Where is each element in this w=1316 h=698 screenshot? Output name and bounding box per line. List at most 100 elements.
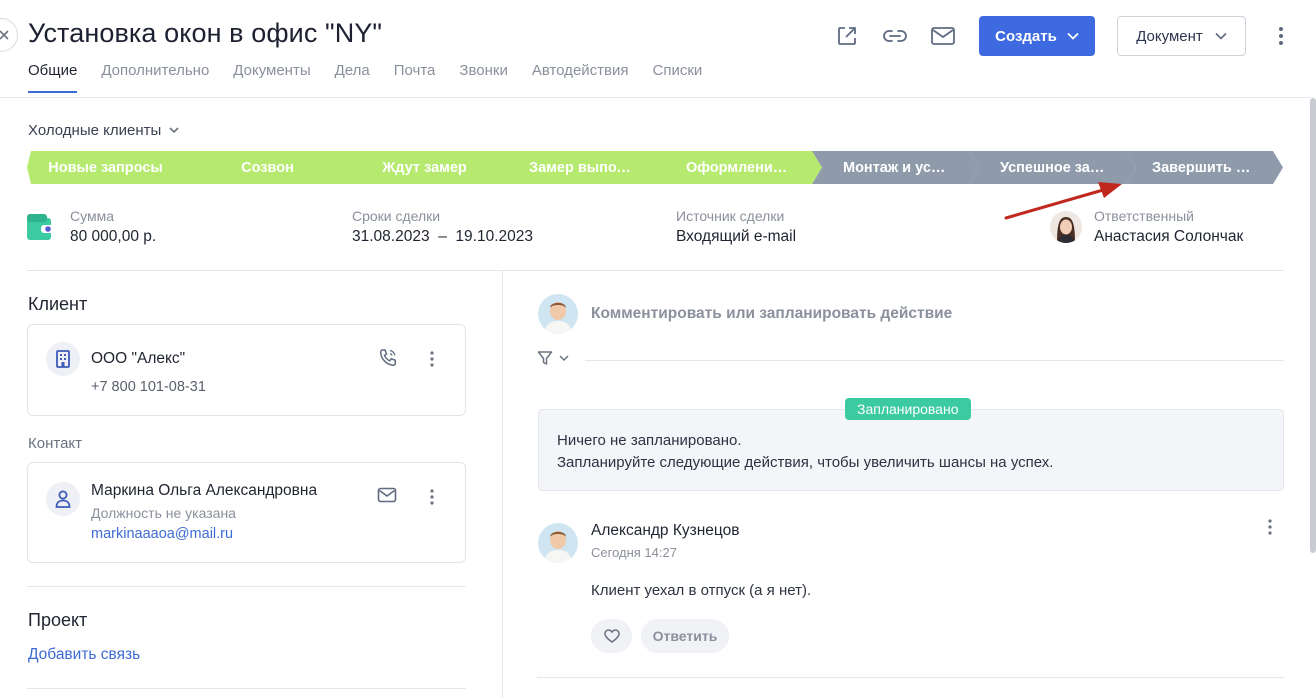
feed-filter-button[interactable] xyxy=(537,350,569,366)
deal-source: Источник сделки Входящий e-mail xyxy=(676,208,796,246)
tab-automations[interactable]: Автодействия xyxy=(532,62,629,93)
dates-label: Сроки сделки xyxy=(352,208,441,224)
more-vertical-icon xyxy=(430,489,434,505)
client-section-title: Клиент xyxy=(28,294,88,314)
post-author-avatar[interactable] xyxy=(538,523,578,563)
planned-badge: Запланировано xyxy=(845,398,971,420)
tab-tasks[interactable]: Дела xyxy=(335,62,370,93)
create-button[interactable]: Создать xyxy=(979,16,1095,56)
contact-position: Должность не указана xyxy=(91,505,236,521)
wallet-icon xyxy=(27,214,53,240)
planned-line-2: Запланируйте следующие действия, чтобы у… xyxy=(557,454,1054,471)
post-more-button[interactable] xyxy=(1262,517,1278,537)
stage-2[interactable]: Созвон xyxy=(184,151,351,184)
open-external-button[interactable] xyxy=(833,22,861,50)
stage-1[interactable]: Новые запросы xyxy=(27,151,194,184)
stage-4[interactable]: Замер выполнено xyxy=(498,151,665,184)
stage-6[interactable]: Монтаж и установка xyxy=(812,151,979,184)
copy-link-button[interactable] xyxy=(881,22,909,50)
project-section-title: Проект xyxy=(28,610,88,630)
contact-email-button[interactable] xyxy=(377,487,399,507)
stage-label: Созвон xyxy=(241,159,294,176)
stage-label: Завершить сделку xyxy=(1152,159,1267,176)
tab-lists[interactable]: Списки xyxy=(653,62,703,93)
stage-8[interactable]: Завершить сделку xyxy=(1126,151,1283,184)
client-card: ООО "Алекс" +7 800 101-08-31 xyxy=(27,324,466,416)
dates-value: 31.08.2023 – 19.10.2023 xyxy=(352,228,533,245)
tab-mail[interactable]: Почта xyxy=(394,62,436,93)
post-time: Сегодня 14:27 xyxy=(591,545,677,560)
column-divider xyxy=(502,271,503,698)
person-icon-wrap xyxy=(46,482,80,516)
contact-email-link[interactable]: markinaaaoa@mail.ru xyxy=(91,526,233,542)
stage-label: Новые запросы xyxy=(48,159,163,176)
call-button[interactable] xyxy=(377,347,399,369)
page-title: Установка окон в офис "NY" xyxy=(28,18,383,48)
stage-label: Оформление документов xyxy=(686,159,801,176)
link-icon xyxy=(883,30,907,42)
owner-value[interactable]: Анастасия Солончак xyxy=(1094,228,1243,246)
scrollbar[interactable] xyxy=(1310,98,1316,553)
person-icon xyxy=(55,490,71,508)
contact-divider xyxy=(27,586,466,587)
more-vertical-icon xyxy=(430,351,434,367)
stage-3[interactable]: Ждут замер xyxy=(341,151,508,184)
company-icon-wrap xyxy=(46,342,80,376)
client-company-name[interactable]: ООО "Алекс" xyxy=(91,350,185,368)
heart-icon xyxy=(603,629,620,643)
project-divider xyxy=(27,688,466,689)
planned-box: Ничего не запланировано. Запланируйте сл… xyxy=(538,409,1284,491)
deal-dates: Сроки сделки 31.08.2023 – 19.10.2023 xyxy=(352,208,533,246)
chevron-down-icon xyxy=(169,127,179,134)
tab-general[interactable]: Общие xyxy=(28,62,78,93)
tab-bar: Общие Дополнительно Документы Дела Почта… xyxy=(28,62,726,93)
document-button-label: Документ xyxy=(1136,27,1203,45)
stage-label: Успешное завершение xyxy=(1000,159,1115,176)
reply-button[interactable]: Ответить xyxy=(641,619,729,653)
phone-icon xyxy=(379,349,397,366)
source-label: Источник сделки xyxy=(676,208,785,224)
document-button[interactable]: Документ xyxy=(1117,16,1246,56)
open-external-icon xyxy=(838,27,856,45)
like-button[interactable] xyxy=(591,619,632,653)
avatar-image xyxy=(538,523,578,563)
contact-card: Маркина Ольга Александровна Должность не… xyxy=(27,462,466,563)
funnel-label: Холодные клиенты xyxy=(28,122,162,139)
tab-calls[interactable]: Звонки xyxy=(459,62,507,93)
post-author[interactable]: Александр Кузнецов xyxy=(591,522,739,540)
planned-line-1: Ничего не запланировано. xyxy=(557,432,742,449)
tabs-divider xyxy=(0,97,1310,98)
client-more-button[interactable] xyxy=(424,349,440,369)
chevron-down-icon xyxy=(559,354,569,361)
contact-name[interactable]: Маркина Ольга Александровна xyxy=(91,482,317,500)
annotation-arrow-icon xyxy=(1004,182,1122,220)
client-phone[interactable]: +7 800 101-08-31 xyxy=(91,379,206,395)
more-vertical-icon xyxy=(1279,27,1283,45)
contact-more-button[interactable] xyxy=(424,487,440,507)
funnel-select[interactable]: Холодные клиенты xyxy=(28,122,179,139)
mail-icon xyxy=(377,487,397,503)
mail-icon xyxy=(931,27,955,45)
post-divider xyxy=(537,677,1284,678)
building-icon xyxy=(56,350,70,368)
stage-label: Замер выполнено xyxy=(529,159,644,176)
current-user-avatar xyxy=(538,294,578,334)
tab-documents[interactable]: Документы xyxy=(233,62,310,93)
filter-icon xyxy=(537,351,553,365)
sum-value: 80 000,00 р. xyxy=(70,228,157,245)
create-button-label: Создать xyxy=(995,27,1057,45)
comment-input[interactable]: Комментировать или запланировать действи… xyxy=(591,305,952,323)
email-button[interactable] xyxy=(929,22,957,50)
tab-additional[interactable]: Дополнительно xyxy=(101,62,209,93)
stage-5[interactable]: Оформление документов xyxy=(655,151,822,184)
more-vertical-icon xyxy=(1268,519,1272,535)
feed-filter-divider xyxy=(585,360,1284,361)
back-button[interactable] xyxy=(0,18,18,52)
add-link-button[interactable]: Добавить связь xyxy=(28,646,140,664)
close-icon xyxy=(0,30,9,40)
contact-section-title: Контакт xyxy=(28,435,83,452)
more-menu-button[interactable] xyxy=(1270,24,1292,48)
avatar-image xyxy=(538,294,578,334)
chevron-down-icon xyxy=(1067,32,1079,40)
stage-label: Ждут замер xyxy=(382,159,467,176)
